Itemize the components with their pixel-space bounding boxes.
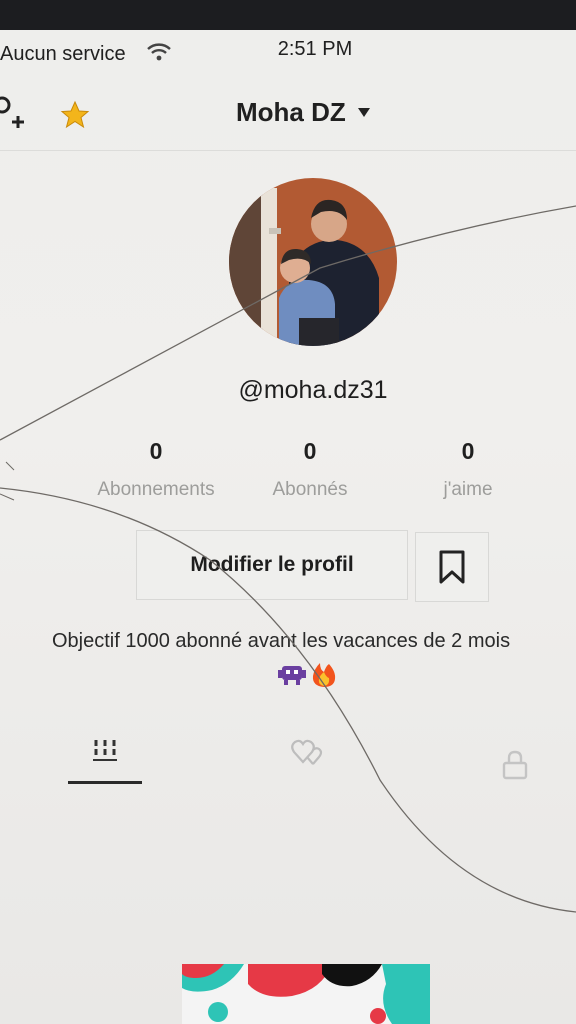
alien-monster-emoji: [278, 666, 306, 685]
lock-icon: [502, 750, 528, 780]
tab-liked[interactable]: [272, 730, 344, 790]
top-nav-bar: Moha DZ: [0, 74, 576, 151]
bookmark-icon: [439, 550, 465, 584]
star-icon[interactable]: [60, 100, 90, 130]
tab-private[interactable]: [480, 730, 550, 790]
following-stat[interactable]: 0 Abonnements: [86, 438, 226, 501]
status-bar: Aucun service 2:51 PM: [0, 30, 576, 74]
account-switcher[interactable]: Moha DZ: [236, 94, 370, 130]
username: @moha.dz31: [238, 376, 388, 404]
following-label: Abonnements: [97, 479, 215, 500]
followers-count: 0: [303, 438, 317, 464]
fire-emoji: [312, 663, 336, 687]
following-count: 0: [149, 438, 163, 464]
account-name: Moha DZ: [236, 96, 346, 127]
clock: 2:51 PM: [277, 38, 353, 60]
avatar[interactable]: [229, 178, 397, 346]
bio-emoji-icons: [278, 663, 336, 687]
add-user-icon[interactable]: [0, 96, 24, 136]
grid-icon: [93, 740, 117, 761]
followers-stat[interactable]: 0 Abonnés: [260, 438, 360, 501]
likes-label: j'aime: [443, 479, 493, 500]
liked-hearts-icon: [291, 739, 323, 765]
likes-count: 0: [461, 438, 475, 464]
profile-screen: Aucun service 2:51 PM Moha DZ @moha.dz31…: [0, 30, 576, 1024]
likes-stat[interactable]: 0 j'aime: [420, 438, 516, 501]
bio-text: Objectif 1000 abonné avant les vacances …: [52, 630, 511, 652]
tab-videos[interactable]: [68, 730, 142, 790]
active-tab-indicator: [68, 781, 142, 784]
favorites-button[interactable]: [415, 532, 489, 602]
caret-down-icon: [357, 107, 370, 117]
edit-profile-button[interactable]: Modifier le profil: [136, 530, 408, 600]
video-thumbnail[interactable]: [182, 964, 430, 1024]
followers-label: Abonnés: [272, 479, 348, 500]
